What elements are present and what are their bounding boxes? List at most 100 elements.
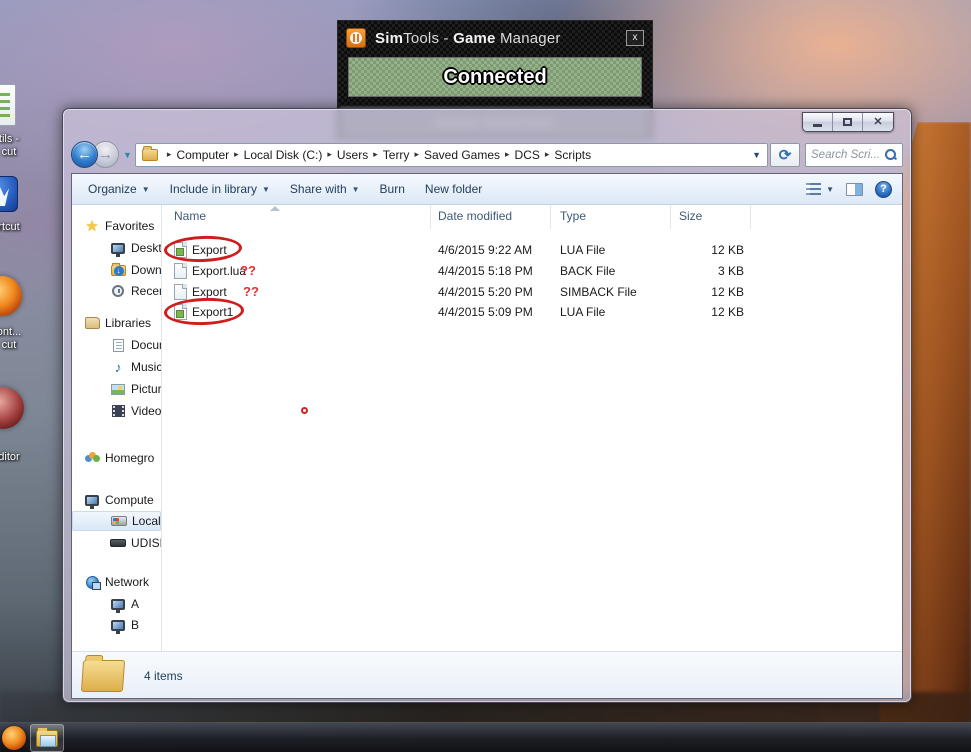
explorer-window: ✕ ← → ▼ ▸ Computer ▸ Local Disk (C:) ▸ User… (62, 108, 912, 703)
share-with-menu[interactable]: Share with ▼ (280, 174, 370, 204)
refresh-button[interactable]: ⟳ (770, 142, 800, 167)
simtools-titlebar[interactable]: SimTools - Game Manager x (338, 21, 652, 55)
column-divider[interactable] (430, 205, 431, 229)
column-header-type[interactable]: Type (560, 209, 586, 223)
sidebar-item-network[interactable]: Network (72, 572, 161, 592)
desktop-icon-label: ditor (0, 451, 20, 463)
close-button[interactable]: ✕ (863, 113, 893, 131)
desktop-icon-label: ont...cut (0, 326, 22, 351)
command-bar: Organize ▼ Include in library ▼ Share with… (72, 174, 902, 205)
downloads-icon (110, 262, 126, 278)
sidebar-item-udisk[interactable]: UDISK 2 (72, 533, 161, 553)
sidebar-item-computer[interactable]: Compute (72, 490, 161, 510)
breadcrumb-item-terry[interactable]: Terry (383, 148, 410, 162)
search-icon (884, 148, 897, 161)
sidebar-item-recent-places[interactable]: Recent (72, 281, 161, 301)
folder-icon (141, 145, 158, 161)
change-view-button[interactable]: ▼ (806, 183, 834, 195)
sidebar-item-videos[interactable]: Videos (72, 401, 161, 421)
network-icon (84, 574, 101, 590)
sidebar-item-desktop[interactable]: Desktop (72, 238, 161, 258)
back-button[interactable]: ← (71, 141, 98, 168)
file-row-export-back[interactable]: Export.lua 4/4/2015 5:18 PM BACK File 3 … (162, 261, 902, 282)
desktop: tils -cut rtcut ont...cut ditor SimTools… (0, 0, 971, 752)
music-icon: ♪ (114, 359, 122, 375)
help-button[interactable]: ? (875, 180, 892, 198)
sidebar-item-pictures[interactable]: Picture (72, 379, 161, 399)
breadcrumb-item-users[interactable]: Users (337, 148, 368, 162)
documents-icon (110, 337, 126, 353)
column-headers: Name Date modified Type Size (162, 205, 902, 229)
file-row-export-lua[interactable]: Export 4/6/2015 9:22 AM LUA File 12 KB (162, 240, 902, 261)
libraries-icon (84, 315, 100, 331)
simtools-title: SimTools - Game Manager (375, 29, 561, 47)
document-icon (0, 84, 16, 126)
sort-ascending-icon (270, 206, 280, 211)
maximize-icon (843, 118, 852, 126)
breadcrumb-sep-icon: ▸ (373, 149, 378, 159)
sidebar-item-favorites[interactable]: ★ Favorites (72, 216, 161, 236)
pictures-icon (110, 381, 126, 397)
file-icon (174, 263, 187, 279)
breadcrumb-item-saved-games[interactable]: Saved Games (424, 148, 500, 162)
sidebar-item-music[interactable]: ♪ Music (72, 357, 162, 377)
sidebar-item-network-b[interactable]: B (72, 615, 161, 635)
column-divider[interactable] (670, 205, 671, 229)
desktop-icon-label: rtcut (0, 221, 20, 233)
breadcrumb-item-scripts[interactable]: Scripts (554, 148, 591, 162)
chevron-down-icon: ▼ (351, 184, 360, 194)
new-folder-button[interactable]: New folder (415, 174, 492, 204)
breadcrumb: ▸ Computer ▸ Local Disk (C:) ▸ Users ▸ Terry… (162, 148, 591, 162)
desktop-icon-shortcut-2[interactable] (0, 176, 18, 212)
maximize-button[interactable] (833, 113, 863, 131)
sidebar-item-homegroup[interactable]: Homegro (72, 448, 161, 468)
sidebar-item-network-a[interactable]: A (72, 594, 161, 614)
column-header-size[interactable]: Size (679, 209, 702, 223)
search-box[interactable]: Search Scri... (805, 142, 903, 167)
breadcrumb-sep-icon: ▸ (544, 149, 550, 159)
column-header-name[interactable]: Name (174, 209, 206, 223)
file-icon (174, 284, 187, 300)
taskbar-orange-app-button[interactable] (2, 726, 26, 750)
breadcrumb-sep-icon: ▸ (166, 149, 172, 159)
red-orb-icon (0, 387, 24, 429)
address-bar: ← → ▼ ▸ Computer ▸ Local Disk (C:) ▸ Users … (71, 141, 903, 168)
include-in-library-menu[interactable]: Include in library ▼ (160, 174, 280, 204)
taskbar-explorer-button[interactable] (30, 724, 64, 752)
breadcrumb-item-local-disk[interactable]: Local Disk (C:) (244, 148, 323, 162)
breadcrumb-item-dcs[interactable]: DCS (515, 148, 540, 162)
organize-menu[interactable]: Organize ▼ (72, 174, 160, 204)
forward-arrow-icon: → (98, 146, 113, 163)
burn-button[interactable]: Burn (370, 174, 415, 204)
minimize-icon (813, 124, 822, 127)
views-icon (806, 183, 822, 195)
desktop-icon-label: tils - cut (0, 133, 20, 158)
taskbar (0, 722, 971, 752)
desktop-icon-editor[interactable] (0, 387, 24, 429)
column-header-date[interactable]: Date modified (438, 209, 512, 223)
file-list: Name Date modified Type Size Export 4/6/… (162, 205, 902, 651)
desktop-icon-shortcut-1[interactable] (0, 84, 16, 126)
annotation-dot (301, 407, 308, 414)
sidebar-item-local-disk[interactable]: Local D (72, 511, 161, 531)
recent-pages-dropdown[interactable]: ▼ (123, 150, 132, 160)
column-divider[interactable] (550, 205, 551, 229)
preview-pane-button[interactable] (846, 182, 863, 196)
breadcrumb-field[interactable]: ▸ Computer ▸ Local Disk (C:) ▸ Users ▸ Terry… (134, 142, 768, 167)
chevron-down-icon: ▼ (826, 184, 834, 194)
breadcrumb-item-computer[interactable]: Computer (176, 148, 229, 162)
sidebar-item-downloads[interactable]: Downlo (72, 260, 161, 280)
removable-drive-icon (110, 535, 126, 551)
simtools-close-button[interactable]: x (626, 30, 644, 46)
minimize-button[interactable] (803, 113, 833, 131)
orange-orb-icon (0, 276, 22, 316)
breadcrumb-sep-icon: ▸ (505, 149, 510, 159)
sidebar-item-documents[interactable]: Docum (72, 335, 161, 355)
desktop-icon-shortcut-3[interactable] (0, 276, 22, 316)
sidebar-item-libraries[interactable]: Libraries (72, 313, 161, 333)
file-row-export1-lua[interactable]: Export1 4/4/2015 5:09 PM LUA File 12 KB (162, 302, 902, 323)
file-row-export-simback[interactable]: Export 4/4/2015 5:20 PM SIMBACK File 12 … (162, 282, 902, 303)
address-dropdown-icon[interactable]: ▼ (752, 150, 761, 160)
column-divider[interactable] (750, 205, 751, 229)
window-controls: ✕ (802, 112, 894, 132)
